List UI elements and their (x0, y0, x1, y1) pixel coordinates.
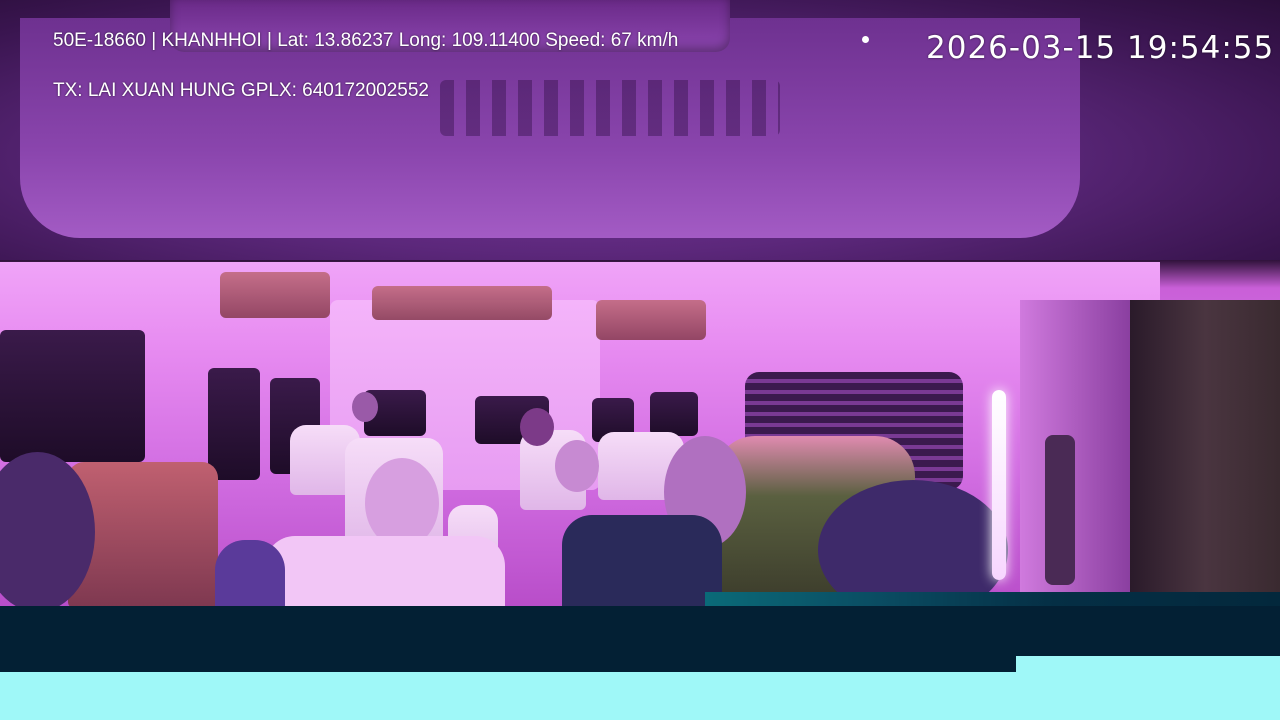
passenger-body (562, 515, 722, 608)
door-pillar (1020, 300, 1130, 600)
corrupted-bar-light (0, 672, 1280, 720)
sliding-door (1130, 300, 1280, 600)
seat-belt (1045, 435, 1075, 585)
ceiling-light-center (372, 286, 552, 320)
dashcam-frame (0, 0, 1280, 720)
driver-info-overlay: TX: LAI XUAN HUNG GPLX: 640172002552 (53, 80, 429, 101)
passenger-body (265, 536, 505, 608)
passenger-head (520, 408, 554, 446)
passenger-head (555, 440, 599, 492)
passenger-body (215, 540, 285, 608)
ceiling-light-left (220, 272, 330, 318)
led-light-strip (992, 390, 1006, 580)
vehicle-info-overlay: 50E-18660 | KHANHHOI | Lat: 13.86237 Lon… (53, 30, 679, 51)
side-window (208, 368, 260, 480)
ceiling-light-right (596, 300, 706, 340)
side-window-left (0, 330, 145, 462)
ceiling-vent (440, 80, 780, 136)
timestamp-overlay: 2026-03-15 19:54:55 (926, 30, 1275, 66)
side-window (650, 392, 698, 436)
passenger-head (352, 392, 378, 422)
passenger-head (365, 458, 439, 548)
corrupted-bar-light-step (1016, 656, 1280, 672)
status-dot (862, 36, 869, 43)
